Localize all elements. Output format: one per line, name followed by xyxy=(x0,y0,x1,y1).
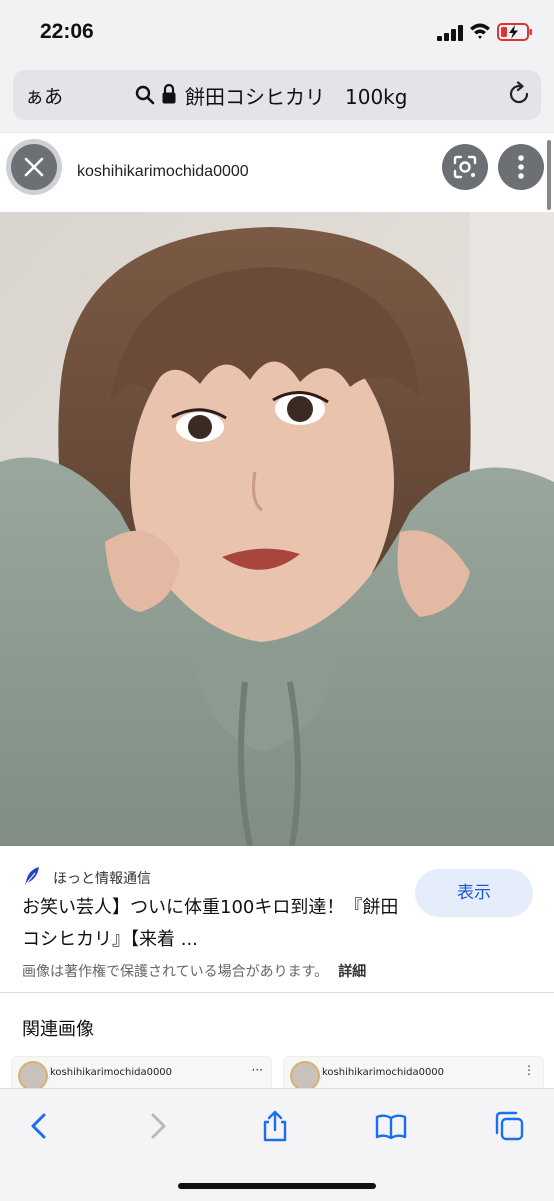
more-options-button[interactable] xyxy=(498,144,544,190)
scrollbar[interactable] xyxy=(547,140,551,210)
details-link[interactable]: 詳細 xyxy=(338,964,366,980)
copyright-notice: 画像は著作権で保護されている場合があります。 詳細 xyxy=(22,961,366,981)
home-indicator[interactable] xyxy=(178,1183,376,1189)
feather-icon xyxy=(25,867,39,885)
source-name: ほっと情報通信 xyxy=(53,871,151,887)
reload-icon[interactable] xyxy=(506,81,532,107)
bookmarks-icon[interactable] xyxy=(374,1109,408,1143)
more-vertical-icon xyxy=(518,155,524,179)
address-bar[interactable]: ぁあ 餅田コシヒカリ 100kg xyxy=(13,70,541,120)
lens-icon xyxy=(453,155,477,179)
page-format-button[interactable]: ぁあ xyxy=(25,82,63,109)
related-username: koshihikarimochida0000 xyxy=(50,1067,173,1078)
avatar xyxy=(18,1061,48,1091)
avatar xyxy=(290,1061,320,1091)
cellular-signal-icon xyxy=(437,25,463,41)
more-vertical-icon[interactable]: ⋮ xyxy=(523,1063,535,1077)
related-images-heading: 関連画像 xyxy=(22,1019,94,1040)
wifi-icon xyxy=(470,23,490,39)
visit-button[interactable]: 表示 xyxy=(415,869,533,917)
address-area: ぁあ 餅田コシヒカリ 100kg xyxy=(0,62,554,132)
close-button[interactable] xyxy=(11,144,57,190)
lock-icon xyxy=(162,83,176,104)
portrait-illustration xyxy=(0,212,554,846)
main-photo[interactable] xyxy=(0,212,554,846)
battery-charging-icon xyxy=(497,23,532,41)
close-icon xyxy=(24,157,44,177)
lens-search-button[interactable] xyxy=(442,144,488,190)
divider xyxy=(0,992,554,993)
username: koshihikarimochida0000 xyxy=(77,163,249,180)
more-horizontal-icon[interactable]: ··· xyxy=(252,1063,263,1077)
tabs-icon[interactable] xyxy=(492,1109,526,1143)
related-username: koshihikarimochida0000 xyxy=(322,1067,445,1078)
forward-icon[interactable] xyxy=(141,1109,175,1143)
status-time: 22:06 xyxy=(40,20,94,43)
status-bar: 22:06 xyxy=(0,0,554,62)
back-icon[interactable] xyxy=(22,1109,56,1143)
image-viewer-header: koshihikarimochida0000 xyxy=(0,132,554,213)
share-icon[interactable] xyxy=(258,1109,292,1143)
search-icon xyxy=(135,85,155,105)
result-title[interactable]: お笑い芸人】ついに体重100キロ到達！『餅田コシヒカリ』【来着 ... xyxy=(22,892,412,956)
search-query: 餅田コシヒカリ 100kg xyxy=(185,85,408,109)
copyright-text: 画像は著作権で保護されている場合があります。 xyxy=(22,964,329,980)
